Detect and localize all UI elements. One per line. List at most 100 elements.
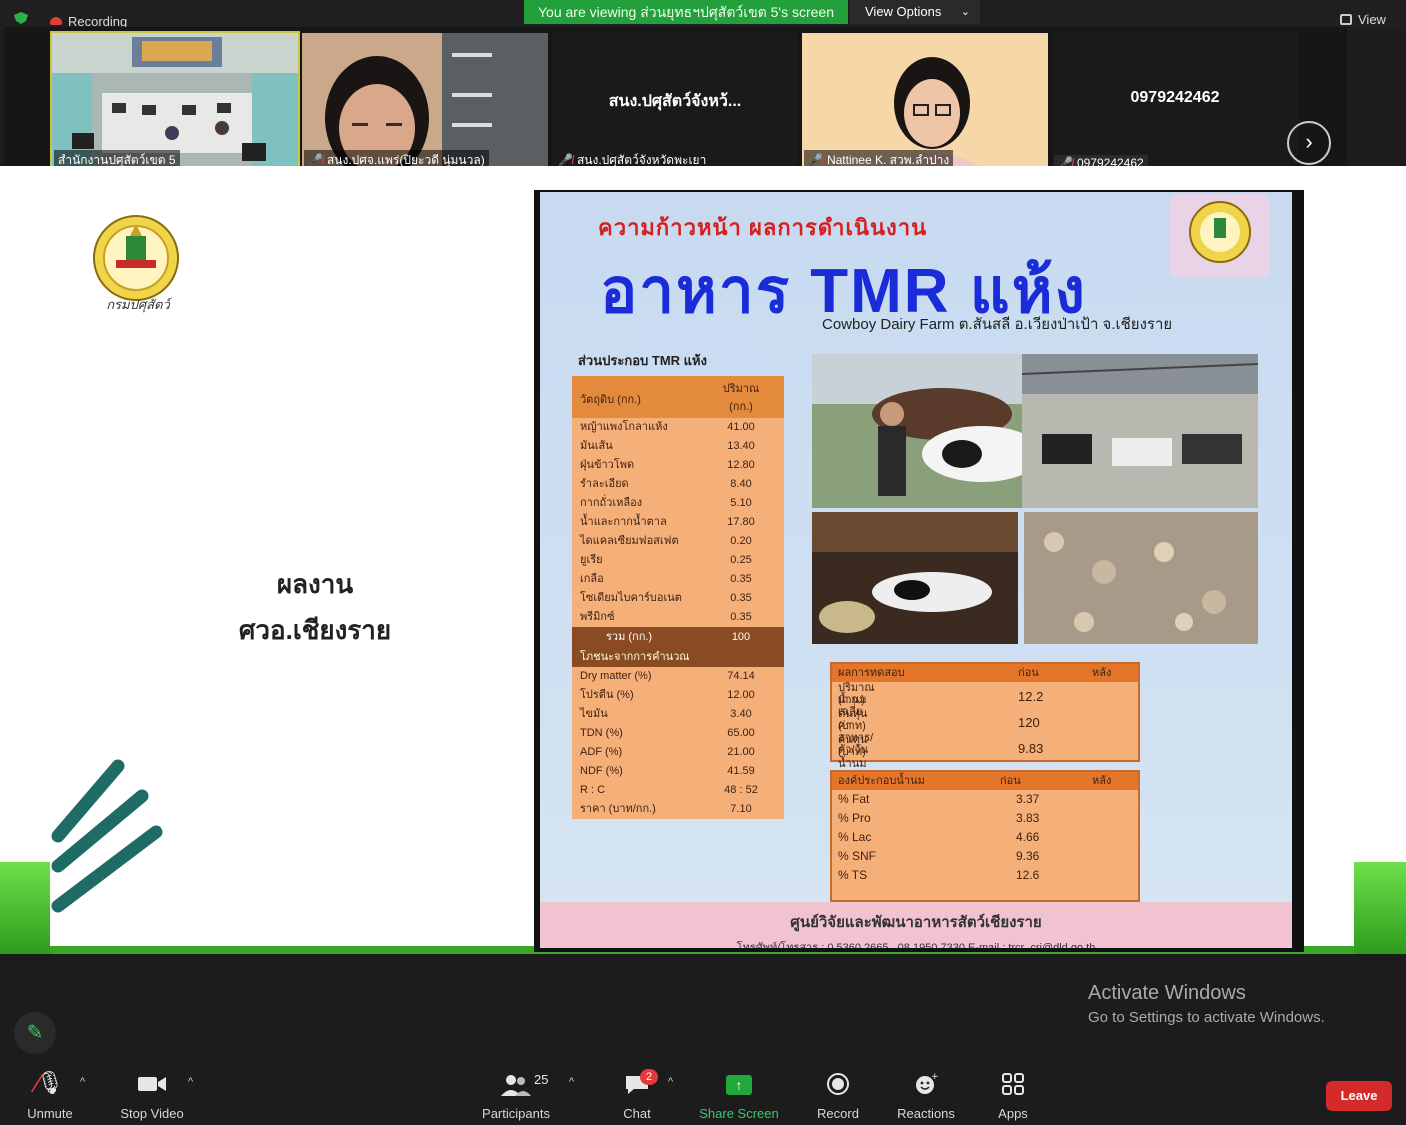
nutrient-value: 41.59 — [727, 765, 755, 777]
poster-footer: ศูนย์วิจัยและพัฒนาอาหารสัตว์เชียงราย โทร… — [540, 902, 1292, 948]
table-row: % Fat 3.37 — [832, 790, 1138, 809]
table-row: รำละเอียด 8.40 — [572, 475, 784, 494]
nutrient-name: Dry matter (%) — [580, 670, 652, 682]
ingredient-rows: หญ้าแพงโกลาแห้ง 41.00 มันเส้น 13.40 ฝุ่นข้าว… — [572, 418, 784, 627]
participants-options-caret-icon[interactable]: ^ — [569, 1076, 574, 1088]
participants-button[interactable]: 25 Participants — [478, 1070, 554, 1121]
ingredient-name: ฝุ่นข้าวโพด — [580, 459, 635, 471]
nutrient-name: ราคา (บาท/กก.) — [580, 803, 656, 815]
mic-muted-icon: 🎤̸ — [308, 153, 323, 167]
reactions-smiley-icon: + — [894, 1070, 958, 1100]
nutrient-name: R : C — [580, 784, 606, 796]
chat-label: Chat — [623, 1106, 651, 1121]
table-row: % TS 12.6 — [832, 866, 1138, 885]
result-before-value: 9.83 — [1018, 741, 1044, 756]
nutrient-value: 3.40 — [730, 708, 752, 720]
gallery-view-icon — [1340, 14, 1352, 25]
results-header: ผลการทดสอบ ก่อน หลัง — [832, 664, 1138, 682]
milk-before-value: 12.6 — [1016, 868, 1040, 882]
participant-display-name: สนง.ปศุสัตว์จังหว้... — [608, 93, 742, 110]
poster-farm: Cowboy Dairy Farm ต.สันสลี อ.เวียงป่าเป้… — [822, 316, 1173, 333]
milk-before-value: 4.66 — [1016, 830, 1040, 844]
footer-contact: โทรศัพท์/โทรสาร : 0 5360 2665 , 08 1950 … — [736, 942, 1096, 948]
record-button[interactable]: Record — [814, 1070, 862, 1121]
unmute-label: Unmute — [27, 1106, 73, 1121]
nutrition-section-label: โภชนะจากการคำนวณ — [572, 647, 784, 667]
reactions-label: Reactions — [897, 1106, 955, 1121]
video-tile[interactable]: 0979242462 🎤̸ 0979242462 — [1052, 33, 1298, 173]
stop-video-button[interactable]: Stop Video — [116, 1070, 188, 1121]
column-header-line: ปริมาณ — [722, 383, 760, 395]
grass-decoration — [0, 862, 50, 954]
ingredient-value: 41.00 — [727, 421, 755, 433]
table-row: % Lac 4.66 — [832, 828, 1138, 847]
leave-button[interactable]: Leave — [1326, 1081, 1392, 1111]
result-label-line: (บาท) — [838, 720, 866, 732]
meeting-toolbar: 🎙 ⁄ Unmute ^ Stop Video ^ 25 Participants… — [0, 1060, 1406, 1125]
chat-options-caret-icon[interactable]: ^ — [668, 1076, 673, 1088]
participant-name-label: สนง.ปศจ.แพร่(ปิยะวดี นุ่มนวล) — [326, 153, 485, 167]
view-options-label: View Options — [865, 4, 942, 19]
video-tile[interactable]: 🎤̸ Nattinee K. สวพ.ลำปาง — [802, 33, 1048, 173]
ingredient-value: 5.10 — [730, 497, 752, 509]
annotate-pencil-icon[interactable]: ✎ — [14, 1012, 56, 1054]
ingredient-name: โซเดียมไบคาร์บอเนต — [580, 592, 682, 604]
video-strip: สำนักงานปศุสัตว์เขต 5 🎤̸ สนง.ปศจ.แพร่(ปิย… — [4, 27, 1347, 181]
share-screen-label: Share Screen — [699, 1106, 779, 1121]
table-row: กากถั่วเหลือง 5.10 — [572, 494, 784, 513]
table-row: น้ำและกากน้ำตาล 17.80 — [572, 513, 784, 532]
view-button[interactable]: View — [1340, 12, 1386, 27]
view-options-button[interactable]: View Options ⌄ — [850, 0, 980, 24]
video-options-caret-icon[interactable]: ^ — [188, 1076, 193, 1088]
column-header: ก่อน — [1000, 775, 1021, 787]
table-row: NDF (%) 41.59 — [572, 762, 784, 781]
mic-muted-icon: 🎤̸ — [558, 153, 573, 167]
nutrient-name: โปรตีน (%) — [580, 689, 634, 701]
top-bar: Recording You are viewing ส่วนยุทธฯปศุสั… — [0, 0, 1406, 30]
share-screen-icon: ↑ — [698, 1070, 780, 1100]
result-before-value: 12.2 — [1018, 689, 1044, 704]
chat-unread-badge: 2 — [640, 1069, 658, 1085]
result-label-line: (ก.ก.) — [838, 694, 865, 706]
table-row: โปรตีน (%) 12.00 — [572, 686, 784, 705]
nutrient-value: 7.10 — [730, 803, 752, 815]
milk-before-value: 9.36 — [1016, 849, 1040, 863]
video-tile[interactable]: 🎤̸ สนง.ปศจ.แพร่(ปิยะวดี นุ่มนวล) — [302, 33, 548, 173]
table-row: ไขมัน 3.40 — [572, 705, 784, 724]
video-tile[interactable]: สำนักงานปศุสัตว์เขต 5 — [50, 31, 300, 175]
column-header: หลัง — [1092, 667, 1112, 679]
apps-button[interactable]: Apps — [992, 1070, 1034, 1121]
table-row: TDN (%) 65.00 — [572, 724, 784, 743]
farm-photo — [1024, 512, 1258, 644]
participant-name-label: สนง.ปศุสัตว์จังหวัดพะเยา — [576, 153, 707, 167]
audio-options-caret-icon[interactable]: ^ — [80, 1076, 85, 1088]
unmute-button[interactable]: 🎙 ⁄ Unmute — [22, 1068, 78, 1121]
svg-text:+: + — [931, 1072, 938, 1082]
milk-label: % Pro — [838, 811, 871, 825]
stop-video-label: Stop Video — [120, 1106, 184, 1121]
watermark-subtitle: Go to Settings to activate Windows. — [1088, 1009, 1325, 1026]
nutrient-value: 65.00 — [727, 727, 755, 739]
security-shield-icon[interactable] — [14, 12, 28, 24]
table-row: ยูเรีย 0.25 — [572, 551, 784, 570]
ingredient-value: 0.35 — [730, 611, 752, 623]
total-row: รวม (กก.) 100 — [572, 627, 784, 647]
column-header: ปริมาณ (กก.) — [712, 380, 770, 416]
next-page-button[interactable]: › — [1287, 121, 1331, 165]
milk-composition-table: องค์ประกอบน้ำนม ก่อน หลัง % Fat 3.37 % Pro… — [830, 770, 1140, 902]
ingredient-value: 8.40 — [730, 478, 752, 490]
farm-photo — [812, 354, 1024, 508]
video-tile[interactable]: สนง.ปศุสัตว์จังหว้... 🎤̸ สนง.ปศุสัตว์จังห… — [552, 33, 798, 173]
ingredient-name: หญ้าแพงโกลาแห้ง — [580, 421, 668, 433]
reactions-button[interactable]: + Reactions — [894, 1070, 958, 1121]
milk-label: % Lac — [838, 830, 872, 844]
ingredient-name: ไดแคลเซียมฟอสเฟต — [580, 535, 679, 547]
mic-muted-icon: 🎤̸ — [808, 153, 823, 167]
ingredient-name: ยูเรีย — [580, 554, 603, 566]
table-row: % SNF 9.36 — [832, 847, 1138, 866]
column-header: ก่อน — [1018, 667, 1039, 679]
headline-line-1: ผลงาน — [276, 569, 354, 599]
share-screen-button[interactable]: ↑ Share Screen — [698, 1070, 780, 1121]
milk-before-value: 3.37 — [1016, 792, 1040, 806]
table-row: มันเส้น 13.40 — [572, 437, 784, 456]
